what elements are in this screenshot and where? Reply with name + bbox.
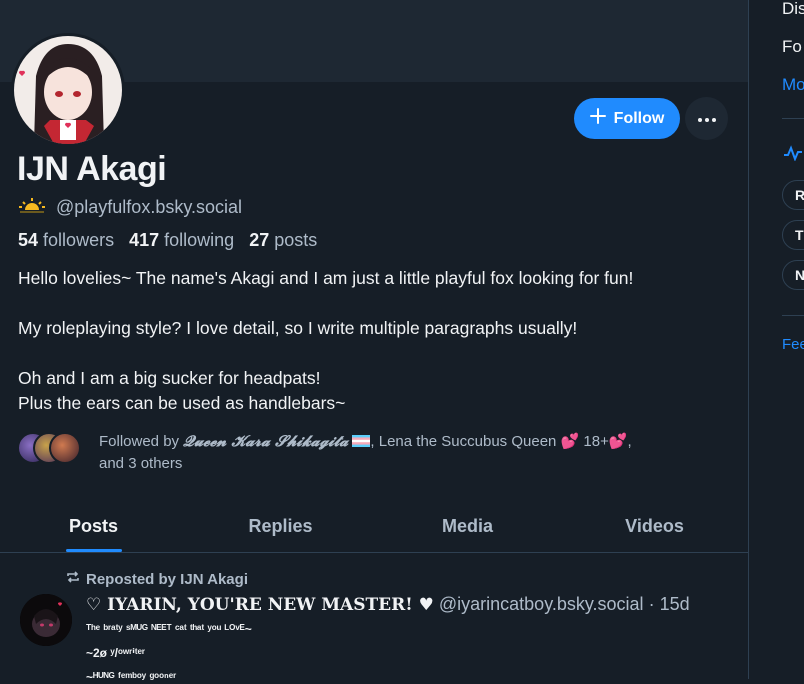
follower-name: , Lena the Succubus Queen 💕 18+💕, [370,433,632,450]
post-text-line: ~2ø ʸ/ᵒʷʳⁱᵗᵉʳ [86,646,145,660]
trending-pill[interactable]: T [782,220,804,250]
handle-row: @playfulfox.bsky.social [18,196,242,219]
post-header: ♡ IYARIN, YOU'RE NEW MASTER! ♥ @iyarinca… [86,594,690,615]
profile-stats: 54 followers 417 following 27 posts [18,230,317,251]
posts-label: posts [274,230,318,250]
post-text-line: ᵀʰᵉ ᵇʳᵃᵗʸ ˢᴹᵁᴳ ᴺᴱᴱᵀ ᶜᵃᵗ ᵗʰᵃᵗ ʸᵒᵘ ᴸᴼᵛᴱ~ [86,622,252,636]
follow-button[interactable]: Follow [574,98,680,139]
bio-line: Plus the ears can be used as handlebars~ [18,393,346,413]
follower-avatar [49,432,81,464]
sidebar-item-discover[interactable]: Dis [782,0,804,19]
sidebar-item-following[interactable]: Fo [782,37,802,57]
profile-main: Follow IJN Akagi @playfulfox.bsky.social… [0,0,748,684]
post-author-handle[interactable]: @iyarincatboy.bsky.social [439,594,644,614]
bio-line: Oh and I am a big sucker for headpats! [18,368,321,388]
post-time[interactable]: · 15d [649,594,690,614]
known-followers-avatars[interactable] [17,432,81,464]
tab-label: Media [441,515,493,536]
trending-icon [783,145,803,166]
following-count: 417 [129,230,160,250]
followed-by-text[interactable]: Followed by 𝓠𝓾𝓮𝓮𝓷 𝓚𝓪𝓻𝓪 𝓢𝓱𝓲𝓴𝓪𝓰𝓲𝓽𝓪 , Lena … [99,430,739,475]
followed-by-prefix: Followed by [99,433,184,450]
follower-name: 𝓠𝓾𝓮𝓮𝓷 𝓚𝓪𝓻𝓪 𝓢𝓱𝓲𝓴𝓪𝓰𝓲𝓽𝓪 [183,432,349,450]
post-text-line: ~ᴴᵁᴺᴳ ᶠᵉᵐᵇᵒʸ ᵍᵒᵒⁿᵉʳ [86,670,177,684]
bio-line: Hello lovelies~ The name's Akagi and I a… [18,268,634,288]
trending-pill[interactable]: N [782,260,804,290]
tab-label: Videos [625,515,684,536]
follow-button-label: Follow [613,109,665,127]
sidebar-divider [782,315,804,316]
post-author-avatar[interactable] [20,594,72,646]
post-author-name[interactable]: ♡ IYARIN, YOU'RE NEW MASTER! ♥ [86,595,434,615]
tab-media[interactable]: Media [374,500,561,552]
sidebar-feedback-link[interactable]: Fee [782,336,804,353]
trans-flag-icon [352,433,371,450]
tab-label: Posts [68,515,119,536]
right-sidebar: Dis Fo Mo R T N Fee [749,0,804,679]
tab-posts[interactable]: Posts [0,500,187,552]
sidebar-divider [782,118,804,119]
followers-stat[interactable]: 54 followers [18,230,114,250]
posts-stat: 27 posts [249,230,317,250]
profile-tabs: Posts Replies Media Videos [0,500,748,553]
profile-bio: Hello lovelies~ The name's Akagi and I a… [18,266,738,416]
ellipsis-icon [697,110,717,128]
profile-handle[interactable]: @playfulfox.bsky.social [56,197,242,218]
sunrise-icon [18,196,46,219]
sidebar-more-link[interactable]: Mo [782,75,804,95]
more-options-button[interactable] [685,97,728,140]
following-label: following [164,230,235,250]
following-stat[interactable]: 417 following [129,230,234,250]
tab-label: Replies [248,515,313,536]
followers-label: followers [43,230,115,250]
profile-display-name: IJN Akagi [17,150,167,188]
repost-label: Reposted by IJN Akagi [86,570,248,588]
followed-by-suffix: and 3 others [99,455,183,472]
repost-indicator[interactable]: Reposted by IJN Akagi [66,570,248,588]
tab-videos[interactable]: Videos [561,500,748,552]
tab-replies[interactable]: Replies [187,500,374,552]
plus-icon [589,108,606,129]
profile-avatar[interactable] [11,33,125,147]
posts-count: 27 [249,230,270,250]
followers-count: 54 [18,230,39,250]
repost-icon [66,570,80,588]
trending-pill[interactable]: R [782,180,804,210]
active-tab-indicator [65,549,122,552]
bio-line: My roleplaying style? I love detail, so … [18,318,578,338]
